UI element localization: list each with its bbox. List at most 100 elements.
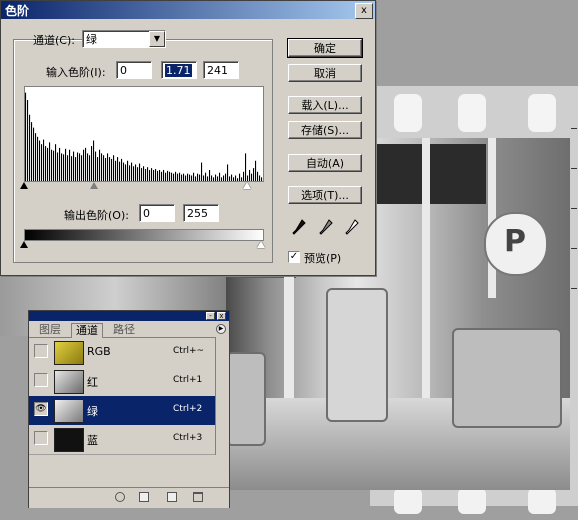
check-icon: ✓ xyxy=(289,251,299,262)
histogram-bar xyxy=(59,147,61,181)
close-icon: x xyxy=(361,5,367,16)
output-black-field[interactable]: 0 xyxy=(139,204,175,222)
histogram-bar xyxy=(207,176,209,181)
histogram-bar xyxy=(73,151,75,181)
tab-paths[interactable]: 路径 xyxy=(109,323,139,337)
bus-door xyxy=(326,288,388,422)
histogram-bar xyxy=(209,169,211,181)
channel-row-blue[interactable]: 蓝 Ctrl+3 xyxy=(29,425,229,455)
visibility-toggle[interactable] xyxy=(34,373,48,387)
channel-row-green[interactable]: 👁 绿 Ctrl+2 xyxy=(29,396,229,426)
palette-bottom-bar xyxy=(29,487,229,508)
histogram-bar xyxy=(83,149,85,181)
histogram-bar xyxy=(77,152,79,181)
dialog-title: 色阶 xyxy=(5,4,30,18)
load-selection-icon[interactable] xyxy=(115,492,125,502)
trash-icon[interactable] xyxy=(193,492,203,502)
chevron-down-icon[interactable]: ▼ xyxy=(149,31,165,47)
visibility-toggle[interactable] xyxy=(34,431,48,445)
options-button[interactable]: 选项(T)... xyxy=(288,186,362,204)
channel-row-red[interactable]: 红 Ctrl+1 xyxy=(29,367,229,397)
histogram-bar xyxy=(235,175,237,181)
histogram-bar xyxy=(229,176,231,181)
histogram-bar xyxy=(135,164,137,181)
ruler-tick xyxy=(571,248,577,249)
white-eyedropper-icon[interactable] xyxy=(345,219,359,237)
input-black-slider[interactable] xyxy=(20,182,28,189)
load-button[interactable]: 载入(L)... xyxy=(288,96,362,114)
output-white-slider[interactable] xyxy=(257,241,265,248)
histogram-bar xyxy=(159,169,161,181)
histogram-bar xyxy=(99,149,101,181)
channel-label: 通道(C): xyxy=(33,34,75,47)
channel-select[interactable]: 绿 ▼ xyxy=(82,30,166,48)
histogram-bar xyxy=(137,167,139,181)
input-black-field[interactable]: 0 xyxy=(116,61,152,79)
gray-eyedropper-icon[interactable] xyxy=(319,219,333,237)
histogram-bar xyxy=(25,92,27,181)
histogram-bar xyxy=(261,177,263,181)
histogram-bar xyxy=(45,146,47,181)
ruler-tick xyxy=(571,208,577,209)
eye-icon[interactable]: 👁 xyxy=(34,402,48,416)
histogram-bar xyxy=(63,154,65,181)
histogram-bar xyxy=(241,177,243,181)
palette-menu-icon[interactable]: ▶ xyxy=(216,324,226,334)
histogram-bar xyxy=(257,171,259,181)
film-perforation xyxy=(528,488,556,514)
minimize-icon[interactable]: - xyxy=(206,312,215,320)
input-white-slider[interactable] xyxy=(243,182,251,189)
cancel-button[interactable]: 取消 xyxy=(288,64,362,82)
palette-title-bar[interactable]: - x xyxy=(29,311,229,321)
close-icon[interactable]: x xyxy=(217,312,226,320)
palette-scrollbar[interactable] xyxy=(215,337,229,455)
save-selection-icon[interactable] xyxy=(139,492,149,502)
tab-channels[interactable]: 通道 xyxy=(71,323,103,338)
histogram-bar xyxy=(193,172,195,181)
input-gamma-slider[interactable] xyxy=(90,182,98,189)
auto-button[interactable]: 自动(A) xyxy=(288,154,362,172)
histogram-bar xyxy=(117,157,119,181)
visibility-toggle[interactable] xyxy=(34,344,48,358)
output-black-slider[interactable] xyxy=(20,241,28,248)
histogram-graph xyxy=(25,92,263,181)
histogram-bar xyxy=(51,149,53,181)
channel-shortcut: Ctrl+3 xyxy=(173,433,203,443)
histogram-bar xyxy=(195,176,197,181)
histogram-bar xyxy=(105,158,107,181)
histogram-bar xyxy=(211,175,213,181)
histogram-bar xyxy=(71,156,73,181)
histogram-bar xyxy=(153,169,155,181)
save-button[interactable]: 存储(S)... xyxy=(288,121,362,139)
close-button[interactable]: x xyxy=(355,3,373,19)
bus-window xyxy=(376,144,486,204)
input-gamma-value: 1.71 xyxy=(165,64,192,77)
histogram-bar xyxy=(29,114,31,181)
black-eyedropper-icon[interactable] xyxy=(292,219,306,237)
tab-layers[interactable]: 图层 xyxy=(35,323,65,337)
output-levels-label: 输出色阶(O): xyxy=(64,209,129,222)
histogram-bar xyxy=(165,172,167,181)
output-white-field[interactable]: 255 xyxy=(183,204,219,222)
histogram-bar xyxy=(203,175,205,181)
histogram-bar xyxy=(129,165,131,181)
histogram-bar xyxy=(55,144,57,181)
input-white-field[interactable]: 241 xyxy=(203,61,239,79)
histogram-bar xyxy=(67,155,69,181)
ok-button[interactable]: 确定 xyxy=(287,38,363,58)
channels-palette: - x 图层 通道 路径 ▶ RGB Ctrl+~ 红 Ctrl+1 👁 绿 C… xyxy=(28,310,230,508)
histogram-bar xyxy=(181,174,183,181)
preview-checkbox[interactable]: ✓ xyxy=(288,251,300,263)
histogram-bar xyxy=(243,171,245,181)
new-channel-icon[interactable] xyxy=(167,492,177,502)
histogram-bar xyxy=(41,144,43,181)
histogram-bar xyxy=(125,164,127,181)
dialog-title-bar[interactable]: 色阶 x xyxy=(1,1,375,19)
levels-dialog: 色阶 x 通道(C): 绿 ▼ 输入色阶(I): 0 1.71 241 输出色阶… xyxy=(0,0,376,276)
histogram-bar xyxy=(231,174,233,181)
histogram-bar xyxy=(87,153,89,181)
output-gradient-bar xyxy=(24,229,264,241)
channel-row-rgb[interactable]: RGB Ctrl+~ xyxy=(29,338,229,368)
histogram-bar xyxy=(89,155,91,181)
input-gamma-field[interactable]: 1.71 xyxy=(161,61,197,79)
